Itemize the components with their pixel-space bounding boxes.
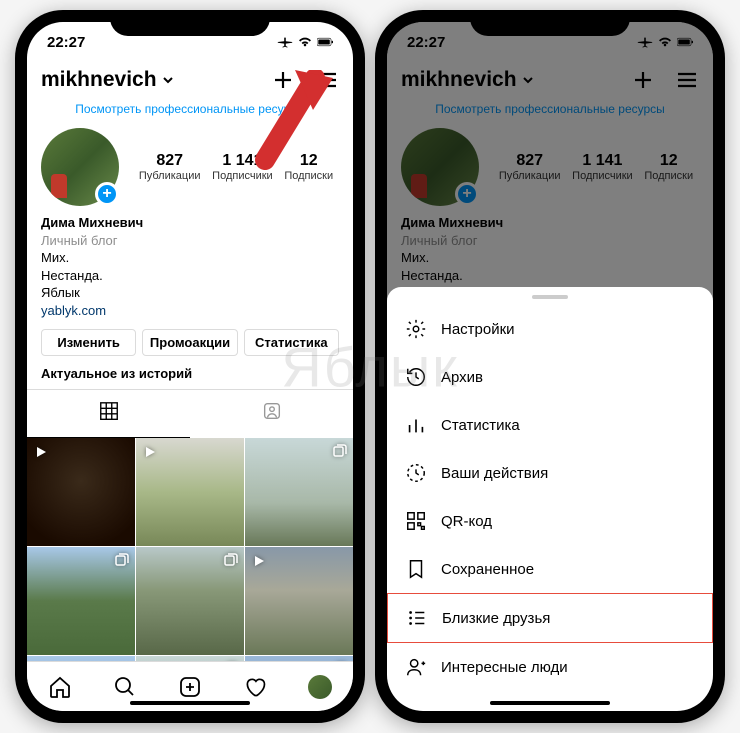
menu-archive[interactable]: Архив bbox=[387, 353, 713, 401]
stats-button[interactable]: Статистика bbox=[244, 329, 339, 356]
menu-sheet: Настройки Архив Статистика Ваши действия… bbox=[387, 287, 713, 711]
heart-icon[interactable] bbox=[243, 675, 267, 699]
menu-label: Интересные люди bbox=[441, 659, 568, 676]
bio-category: Личный блог bbox=[41, 232, 339, 250]
qr-icon bbox=[405, 510, 427, 532]
status-icons bbox=[277, 36, 333, 48]
add-story-badge[interactable]: + bbox=[95, 182, 119, 206]
chevron-down-icon bbox=[161, 73, 175, 87]
sheet-handle[interactable] bbox=[532, 295, 568, 299]
bio-link[interactable]: yablyk.com bbox=[41, 302, 339, 320]
home-indicator bbox=[130, 701, 250, 705]
menu-close-friends[interactable]: Близкие друзья bbox=[387, 593, 713, 643]
post-thumbnail[interactable] bbox=[136, 438, 244, 546]
menu-saved[interactable]: Сохраненное bbox=[387, 545, 713, 593]
bio-line: Яблык bbox=[41, 284, 339, 302]
stories-highlights-title: Актуальное из историй bbox=[27, 366, 353, 389]
avatar[interactable]: + bbox=[41, 128, 119, 206]
home-icon[interactable] bbox=[48, 675, 72, 699]
posts-grid bbox=[27, 438, 353, 661]
promo-button[interactable]: Промоакции bbox=[142, 329, 237, 356]
activity-icon bbox=[405, 462, 427, 484]
menu-stats[interactable]: Статистика bbox=[387, 401, 713, 449]
menu-discover[interactable]: Интересные люди bbox=[387, 643, 713, 691]
menu-label: Ваши действия bbox=[441, 465, 548, 482]
screen-right: 22:27 mikhnevich Посмотреть профессионал… bbox=[387, 22, 713, 711]
gear-icon bbox=[405, 318, 427, 340]
discover-people-icon bbox=[405, 656, 427, 678]
post-thumbnail[interactable] bbox=[245, 438, 353, 546]
menu-activity[interactable]: Ваши действия bbox=[387, 449, 713, 497]
add-post-icon[interactable] bbox=[178, 675, 202, 699]
menu-qr[interactable]: QR-код bbox=[387, 497, 713, 545]
bio: Дима Михневич Личный блог Мих. Нестанда.… bbox=[27, 214, 353, 319]
search-icon[interactable] bbox=[113, 675, 137, 699]
video-icon bbox=[33, 444, 49, 460]
bio-name: Дима Михневич bbox=[41, 214, 339, 232]
username-text: mikhnevich bbox=[41, 68, 157, 92]
tagged-tab[interactable] bbox=[190, 390, 353, 438]
carousel-icon bbox=[113, 553, 129, 569]
menu-label: Близкие друзья bbox=[442, 610, 550, 627]
archive-icon bbox=[405, 366, 427, 388]
posts-count: 827 bbox=[139, 152, 201, 170]
phone-left: 22:27 mikhnevich Посмотреть профессионал… bbox=[15, 10, 365, 723]
bio-line: Нестанда. bbox=[41, 267, 339, 285]
stats-icon bbox=[405, 414, 427, 436]
video-icon bbox=[142, 444, 158, 460]
edit-button[interactable]: Изменить bbox=[41, 329, 136, 356]
post-thumbnail[interactable] bbox=[27, 547, 135, 655]
profile-nav-icon[interactable] bbox=[308, 675, 332, 699]
screen-left: 22:27 mikhnevich Посмотреть профессионал… bbox=[27, 22, 353, 711]
button-row: Изменить Промоакции Статистика bbox=[27, 319, 353, 366]
post-thumbnail[interactable] bbox=[136, 547, 244, 655]
grid-tab[interactable] bbox=[27, 390, 190, 438]
notch bbox=[470, 10, 630, 36]
carousel-icon bbox=[222, 553, 238, 569]
menu-label: Архив bbox=[441, 369, 483, 386]
status-time: 22:27 bbox=[47, 34, 85, 51]
menu-label: Сохраненное bbox=[441, 561, 534, 578]
video-icon bbox=[251, 553, 267, 569]
menu-label: Статистика bbox=[441, 417, 520, 434]
tagged-icon bbox=[261, 400, 283, 422]
wifi-icon bbox=[297, 36, 313, 48]
notch bbox=[110, 10, 270, 36]
bookmark-icon bbox=[405, 558, 427, 580]
username-dropdown[interactable]: mikhnevich bbox=[41, 68, 175, 92]
battery-icon bbox=[317, 36, 333, 48]
posts-label: Публикации bbox=[139, 170, 201, 182]
post-thumbnail[interactable] bbox=[27, 438, 135, 546]
carousel-icon bbox=[331, 444, 347, 460]
menu-settings[interactable]: Настройки bbox=[387, 305, 713, 353]
list-icon bbox=[406, 607, 428, 629]
post-thumbnail[interactable] bbox=[245, 547, 353, 655]
stat-posts[interactable]: 827 Публикации bbox=[139, 152, 201, 182]
menu-label: QR-код bbox=[441, 513, 492, 530]
grid-icon bbox=[98, 400, 120, 422]
grid-tabs bbox=[27, 389, 353, 438]
menu-label: Настройки bbox=[441, 321, 515, 338]
phone-right: 22:27 mikhnevich Посмотреть профессионал… bbox=[375, 10, 725, 723]
home-indicator bbox=[490, 701, 610, 705]
annotation-arrow bbox=[245, 70, 335, 180]
bio-line: Мих. bbox=[41, 249, 339, 267]
airplane-icon bbox=[277, 36, 293, 48]
